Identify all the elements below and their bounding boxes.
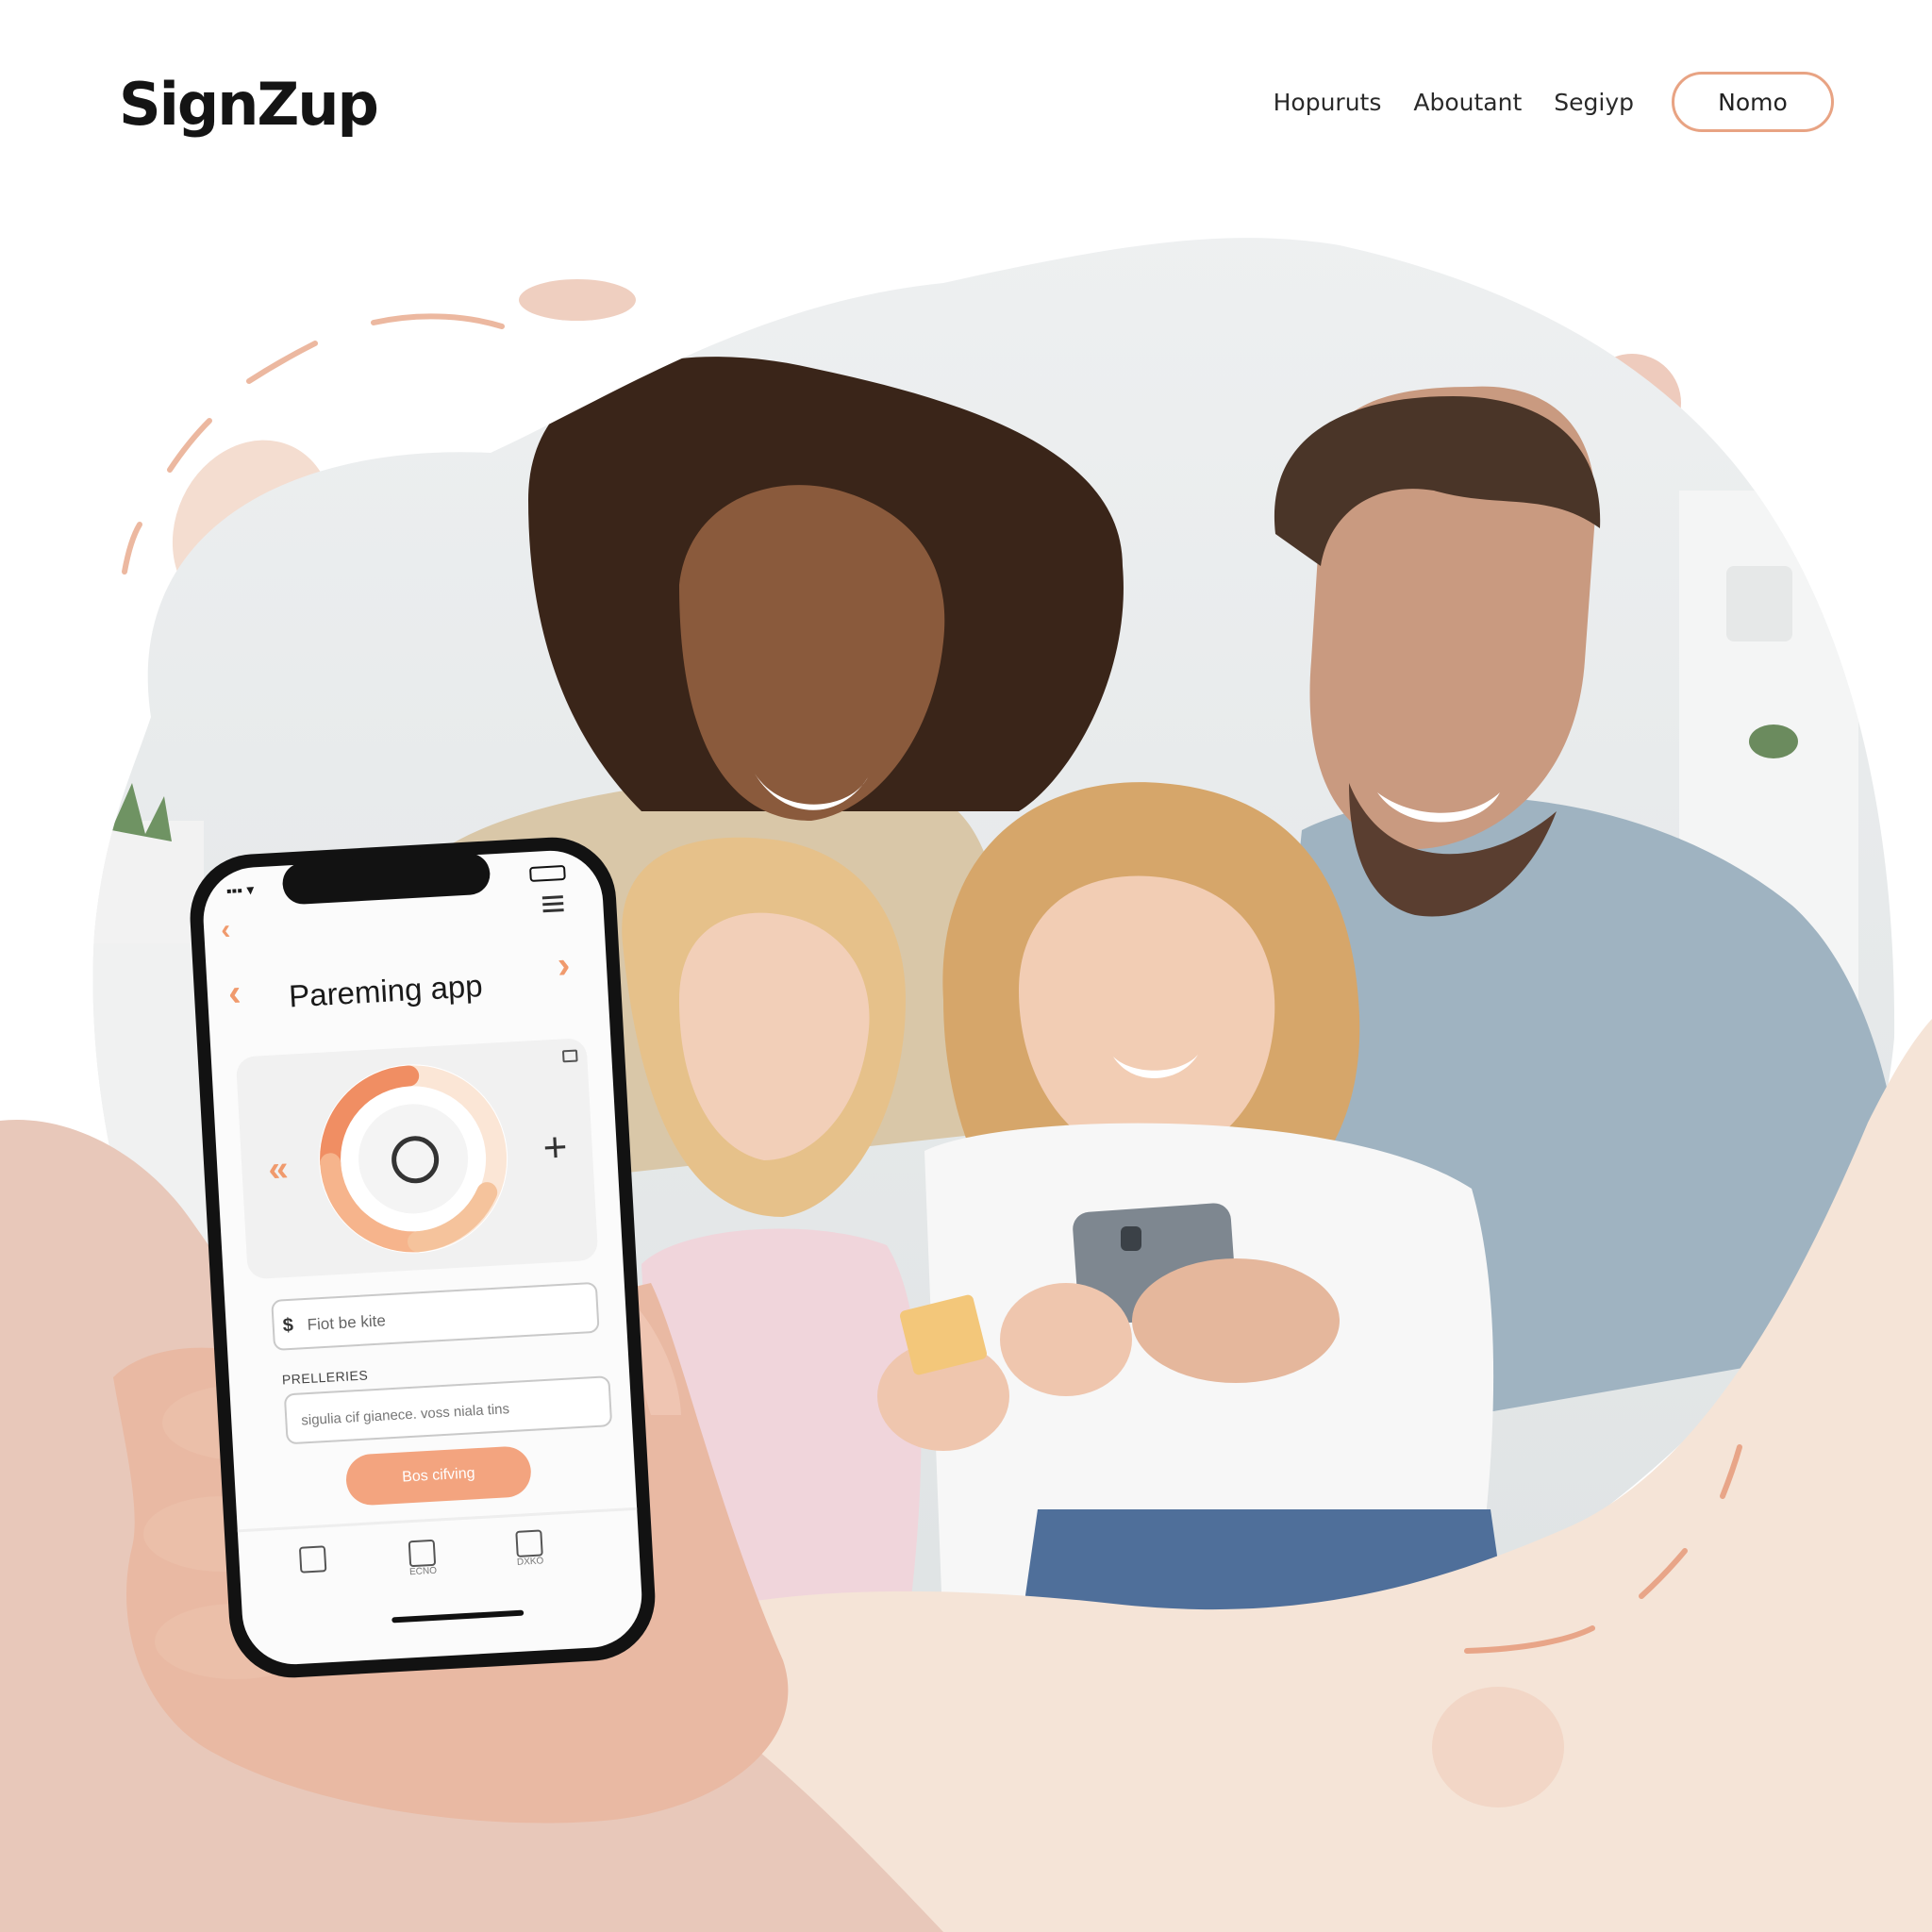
top-nav: Hopuruts Aboutant Segiyp Nomo — [1274, 72, 1834, 132]
back-chevron-icon-2[interactable]: ‹ — [227, 972, 242, 1015]
status-bar: ▪▪▪ ▾ — [225, 882, 255, 900]
shopping-bag-icon — [298, 1545, 327, 1574]
hamburger-menu-icon[interactable] — [541, 895, 564, 913]
primary-button[interactable]: Bos cifving — [344, 1444, 533, 1507]
input-field-2[interactable]: sigulia cif gianece. voss niala tins — [301, 1401, 510, 1428]
tab-item-3[interactable]: DXKO — [511, 1529, 547, 1568]
nav-link-1[interactable]: Hopuruts — [1274, 89, 1382, 116]
header-cta-button[interactable]: Nomo — [1672, 72, 1834, 132]
section-label: PRELLERIES — [281, 1367, 369, 1388]
shopping-bag-icon — [515, 1529, 543, 1557]
tab-label-2: ECNO — [408, 1565, 438, 1578]
back-chevron-icon[interactable]: ‹ — [220, 914, 231, 947]
tab-item-1[interactable] — [295, 1545, 331, 1574]
tab-item-2[interactable]: ECNO — [405, 1539, 441, 1578]
phone-app-screen: ▪▪▪ ▾ ‹ ‹ Pareming app › « + $ Fiot be k… — [201, 848, 645, 1667]
app-title: Pareming app — [288, 968, 484, 1014]
nav-link-2[interactable]: Aboutant — [1413, 89, 1522, 116]
tab-label-3: DXKO — [516, 1556, 544, 1568]
plus-icon[interactable]: + — [541, 1124, 568, 1172]
battery-icon — [529, 864, 566, 883]
next-chevron-icon[interactable]: › — [557, 944, 572, 988]
nav-link-3[interactable]: Segiyp — [1554, 89, 1634, 116]
alarm-clock-icon — [390, 1134, 441, 1185]
brand-logo[interactable]: SignZup — [119, 70, 379, 139]
dollar-icon: $ — [282, 1314, 294, 1337]
shopping-bag-icon — [408, 1539, 437, 1568]
badge-icon — [561, 1049, 578, 1063]
input-field-1[interactable]: Fiot be kite — [307, 1311, 386, 1335]
decrease-chevron-icon[interactable]: « — [267, 1149, 290, 1191]
site-header: SignZup Hopuruts Aboutant Segiyp Nomo — [0, 0, 1932, 208]
